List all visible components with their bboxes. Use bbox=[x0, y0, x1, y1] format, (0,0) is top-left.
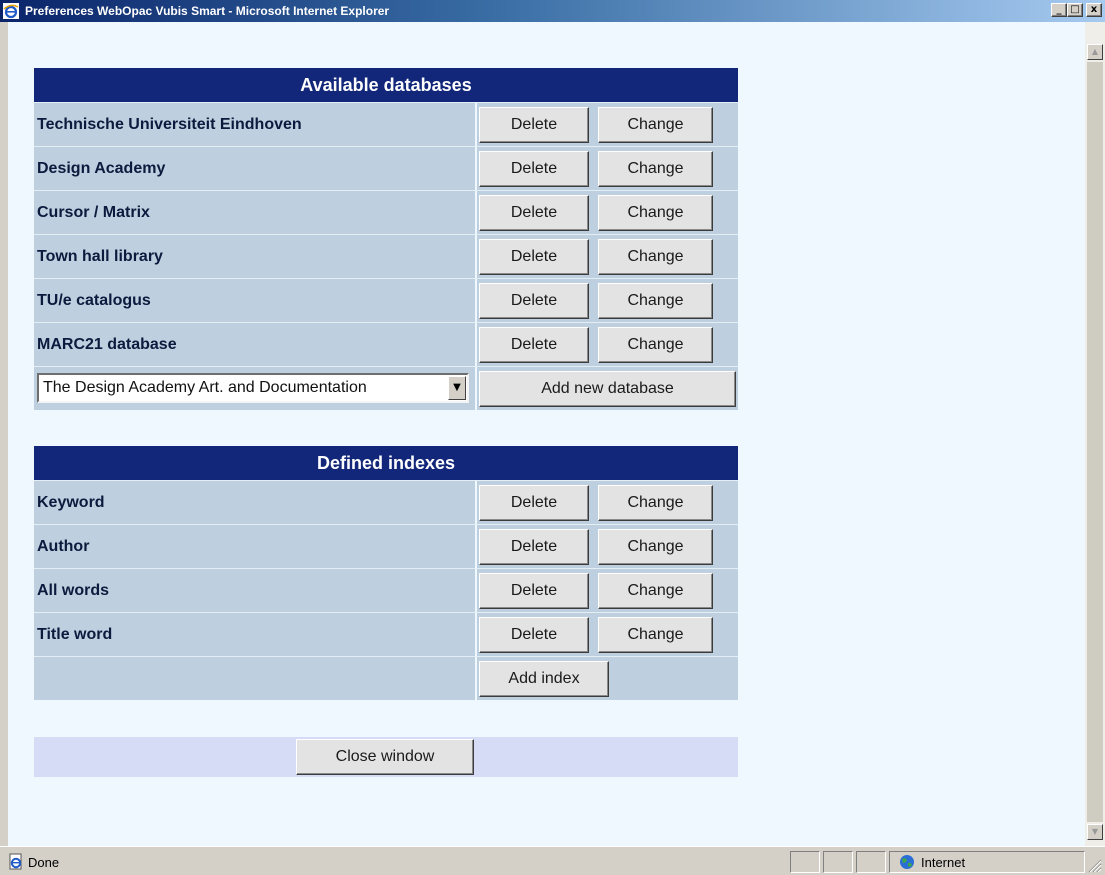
index-name: Author bbox=[34, 525, 475, 568]
status-bar: Done Internet bbox=[0, 846, 1105, 875]
index-actions: Delete Change bbox=[477, 569, 738, 612]
databases-table: Available databases Technische Universit… bbox=[34, 68, 738, 410]
database-row: Town hall library Delete Change bbox=[34, 234, 738, 278]
indexes-table: Defined indexes Keyword Delete Change Au… bbox=[34, 446, 738, 700]
index-name: Title word bbox=[34, 613, 475, 656]
index-actions: Delete Change bbox=[477, 525, 738, 568]
add-index-cell: Add index bbox=[477, 657, 738, 700]
change-database-button[interactable]: Change bbox=[598, 283, 713, 319]
database-select[interactable]: The Design Academy Art. and Documentatio… bbox=[37, 373, 469, 403]
database-name: MARC21 database bbox=[34, 323, 475, 366]
change-index-button[interactable]: Change bbox=[598, 529, 713, 565]
database-row: Technische Universiteit Eindhoven Delete… bbox=[34, 102, 738, 146]
add-index-button[interactable]: Add index bbox=[479, 661, 609, 697]
index-name: All words bbox=[34, 569, 475, 612]
add-database-row: The Design Academy Art. and Documentatio… bbox=[34, 366, 738, 410]
page-done-icon bbox=[9, 853, 22, 870]
database-actions: Delete Change bbox=[477, 147, 738, 190]
close-window-page-button[interactable]: Close window bbox=[296, 739, 474, 775]
window-title: Preferences WebOpac Vubis Smart - Micros… bbox=[25, 4, 390, 18]
zone-pane bbox=[889, 851, 1085, 873]
delete-database-button[interactable]: Delete bbox=[479, 195, 589, 231]
ie-icon bbox=[3, 3, 19, 19]
change-index-button[interactable]: Change bbox=[598, 485, 713, 521]
database-actions: Delete Change bbox=[477, 103, 738, 146]
delete-index-button[interactable]: Delete bbox=[479, 529, 589, 565]
database-actions: Delete Change bbox=[477, 235, 738, 278]
delete-database-button[interactable]: Delete bbox=[479, 283, 589, 319]
scroll-track[interactable] bbox=[1087, 62, 1103, 822]
close-window-bar: Close window bbox=[34, 737, 738, 777]
delete-index-button[interactable]: Delete bbox=[479, 485, 589, 521]
window-titlebar[interactable]: Preferences WebOpac Vubis Smart - Micros… bbox=[0, 0, 1105, 22]
change-database-button[interactable]: Change bbox=[598, 195, 713, 231]
database-actions: Delete Change bbox=[477, 191, 738, 234]
database-name: Town hall library bbox=[34, 235, 475, 278]
zone-text: Internet bbox=[921, 855, 966, 870]
status-pane bbox=[856, 851, 886, 873]
scroll-up-arrow-icon[interactable]: ▲ bbox=[1087, 44, 1103, 60]
database-name: Design Academy bbox=[34, 147, 475, 190]
window-frame bbox=[0, 22, 8, 846]
index-actions: Delete Change bbox=[477, 481, 738, 524]
index-row: Author Delete Change bbox=[34, 524, 738, 568]
close-window-button[interactable]: x bbox=[1086, 3, 1102, 17]
index-row: All words Delete Change bbox=[34, 568, 738, 612]
index-name: Keyword bbox=[34, 481, 475, 524]
chevron-down-icon[interactable]: ▼ bbox=[448, 376, 466, 400]
database-name: Cursor / Matrix bbox=[34, 191, 475, 234]
delete-index-button[interactable]: Delete bbox=[479, 617, 589, 653]
status-text: Done bbox=[28, 855, 60, 870]
change-index-button[interactable]: Change bbox=[598, 573, 713, 609]
database-name: TU/e catalogus bbox=[34, 279, 475, 322]
empty-cell bbox=[34, 657, 475, 700]
add-new-database-button[interactable]: Add new database bbox=[479, 371, 736, 407]
databases-heading: Available databases bbox=[34, 68, 738, 102]
database-actions: Delete Change bbox=[477, 323, 738, 366]
delete-database-button[interactable]: Delete bbox=[479, 107, 589, 143]
status-pane bbox=[790, 851, 820, 873]
delete-database-button[interactable]: Delete bbox=[479, 239, 589, 275]
change-database-button[interactable]: Change bbox=[598, 151, 713, 187]
index-row: Keyword Delete Change bbox=[34, 480, 738, 524]
delete-database-button[interactable]: Delete bbox=[479, 151, 589, 187]
database-select-value: The Design Academy Art. and Documentatio… bbox=[43, 379, 367, 396]
add-index-row: Add index bbox=[34, 656, 738, 700]
database-actions: Delete Change bbox=[477, 279, 738, 322]
change-database-button[interactable]: Change bbox=[598, 239, 713, 275]
change-database-button[interactable]: Change bbox=[598, 327, 713, 363]
vertical-scrollbar[interactable]: ▲ ▼ bbox=[1085, 22, 1105, 846]
scroll-down-arrow-icon[interactable]: ▼ bbox=[1087, 824, 1103, 840]
database-row: Cursor / Matrix Delete Change bbox=[34, 190, 738, 234]
database-row: TU/e catalogus Delete Change bbox=[34, 278, 738, 322]
minimize-button[interactable]: _ bbox=[1051, 3, 1067, 17]
index-row: Title word Delete Change bbox=[34, 612, 738, 656]
indexes-heading: Defined indexes bbox=[34, 446, 738, 480]
index-actions: Delete Change bbox=[477, 613, 738, 656]
add-database-cell: Add new database bbox=[477, 367, 738, 410]
change-index-button[interactable]: Change bbox=[598, 617, 713, 653]
database-name: Technische Universiteit Eindhoven bbox=[34, 103, 475, 146]
maximize-button[interactable]: □ bbox=[1067, 3, 1083, 17]
resize-grip-icon[interactable] bbox=[1088, 859, 1102, 873]
database-row: Design Academy Delete Change bbox=[34, 146, 738, 190]
change-database-button[interactable]: Change bbox=[598, 107, 713, 143]
status-pane bbox=[823, 851, 853, 873]
database-select-cell: The Design Academy Art. and Documentatio… bbox=[34, 367, 475, 410]
delete-database-button[interactable]: Delete bbox=[479, 327, 589, 363]
delete-index-button[interactable]: Delete bbox=[479, 573, 589, 609]
page-content: Available databases Technische Universit… bbox=[8, 22, 1085, 846]
database-row: MARC21 database Delete Change bbox=[34, 322, 738, 366]
globe-icon bbox=[900, 855, 914, 869]
